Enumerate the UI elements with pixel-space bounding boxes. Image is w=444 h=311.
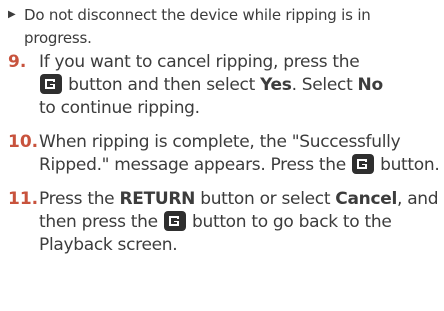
- step-number: 9.: [8, 52, 27, 72]
- triangle-bullet-icon: ▶: [8, 9, 16, 20]
- steps-list: 9. If you want to cancel ripping, press …: [8, 51, 440, 268]
- step-9: 9. If you want to cancel ripping, press …: [8, 51, 440, 120]
- note-block: ▶ Do not disconnect the device while rip…: [8, 4, 438, 50]
- step-text-part: Press the: [39, 189, 115, 209]
- enter-button-icon: [40, 74, 62, 94]
- step-10: 10. When ripping is complete, the "Succe…: [8, 131, 440, 177]
- step-text-part: When ripping is complete, the "Successfu…: [39, 132, 401, 175]
- note-text: Do not disconnect the device while rippi…: [24, 6, 371, 47]
- step-text: Press the RETURN button or select Cancel…: [39, 188, 440, 257]
- step-number: 11.: [8, 189, 39, 209]
- step-11: 11. Press the RETURN button or select Ca…: [8, 188, 440, 257]
- return-button-label: RETURN: [119, 189, 196, 209]
- step-text: When ripping is complete, the "Successfu…: [39, 131, 440, 177]
- step-text-part: button.: [380, 155, 440, 175]
- step-text-part: . Select: [291, 75, 353, 95]
- note-item: ▶ Do not disconnect the device while rip…: [8, 4, 438, 50]
- step-text-part: button or select: [200, 189, 331, 209]
- step-text-part: button and then select: [68, 75, 255, 95]
- manual-page: ▶ Do not disconnect the device while rip…: [0, 0, 444, 311]
- step-text-part: If you want to cancel ripping, press the: [39, 52, 360, 72]
- step-text-part: to continue ripping.: [39, 98, 200, 118]
- cancel-option: Cancel: [335, 189, 397, 209]
- step-number: 10.: [8, 132, 39, 152]
- no-option: No: [357, 75, 384, 95]
- enter-button-icon: [351, 154, 374, 174]
- enter-button-icon: [163, 211, 186, 231]
- step-text: If you want to cancel ripping, press the…: [39, 51, 383, 120]
- yes-option: Yes: [260, 75, 292, 95]
